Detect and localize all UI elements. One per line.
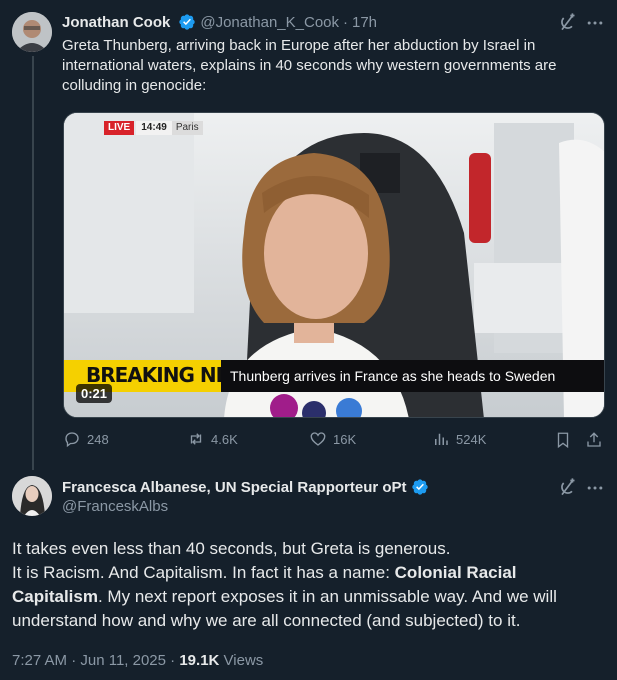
video-duration: 0:21 [76, 384, 113, 403]
repost-icon [190, 433, 202, 445]
tweet2-text: It takes even less than 40 seconds, but … [12, 537, 607, 633]
video-player[interactable]: LIVE 14:49 Paris BREAKING NEWS Thunberg … [63, 112, 605, 418]
like-count: 16K [333, 431, 357, 447]
tweet1-dot-separator: · [343, 13, 348, 31]
repost-count: 4.6K [211, 431, 238, 447]
tweet2-meta: 7:27 AM · Jun 11, 2025 · 19.1K Views [12, 652, 263, 669]
tweet1-time[interactable]: 17h [352, 14, 377, 31]
more-options-icon-2[interactable] [585, 478, 605, 498]
reply-count: 248 [87, 431, 109, 447]
verified-badge-icon [179, 14, 196, 30]
thread-connector-line [32, 56, 34, 470]
bookmark-icon[interactable] [554, 431, 572, 449]
avatar-francesca-albanese[interactable] [12, 476, 52, 516]
reply-icon [65, 432, 79, 448]
meta-dot-separator: · [170, 652, 180, 669]
share-icon[interactable] [585, 431, 603, 449]
verified-badge-icon-2 [411, 479, 428, 495]
grok-icon-2[interactable] [557, 478, 577, 498]
tweet2-author-name[interactable]: Francesca Albanese, UN Special Rapporteu… [62, 479, 407, 496]
tweet2-views-label: Views [223, 652, 264, 669]
tweet2-text-paragraph: It is Racism. And Capitalism. In fact it… [12, 561, 607, 633]
video-clock: 14:49 [136, 121, 172, 135]
heart-icon [310, 432, 326, 446]
reply-button[interactable]: 248 [63, 430, 109, 448]
tweet2-text-part-a: It is Racism. And Capitalism. In fact it… [12, 563, 395, 582]
video-location: Paris [171, 121, 203, 135]
tweet1-handle[interactable]: @Jonathan_K_Cook [200, 14, 339, 31]
tweet2-handle[interactable]: @FranceskAlbs [62, 498, 168, 515]
tweet1-text: Greta Thunberg, arriving back in Europe … [62, 37, 557, 94]
grok-icon[interactable] [557, 13, 577, 33]
live-badge: LIVE [104, 121, 135, 135]
news-ticker-text: Thunberg arrives in France as she heads … [230, 368, 556, 384]
avatar-jonathan-cook[interactable] [12, 12, 52, 52]
repost-button[interactable]: 4.6K [187, 430, 238, 448]
more-options-icon[interactable] [585, 13, 605, 33]
tweet2-views-count: 19.1K [179, 652, 220, 669]
tweet2-timestamp[interactable]: 7:27 AM · Jun 11, 2025 [12, 652, 166, 669]
tweet1-author-name[interactable]: Jonathan Cook [62, 14, 170, 31]
tweet2-text-line1: It takes even less than 40 seconds, but … [12, 539, 451, 558]
like-button[interactable]: 16K [309, 430, 356, 448]
views-button[interactable]: 524K [432, 430, 486, 448]
analytics-icon [435, 433, 448, 445]
views-count: 524K [456, 431, 487, 447]
